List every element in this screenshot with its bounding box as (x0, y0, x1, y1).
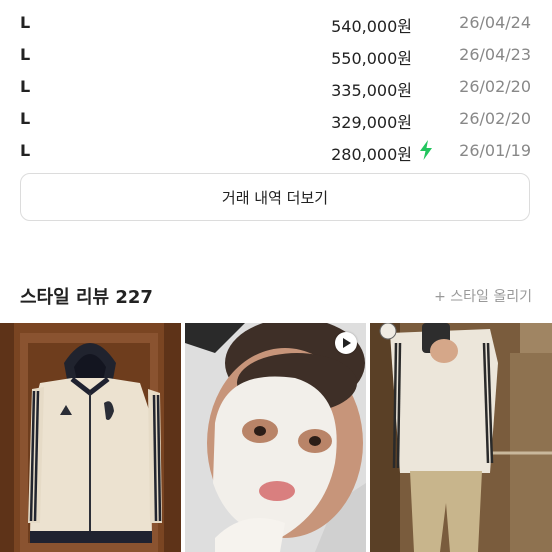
trade-row: L 335,000원 26/02/20 (0, 71, 552, 103)
trade-date: 26/02/20 (459, 77, 531, 96)
style-review-title: 스타일 리뷰 227 (20, 287, 153, 308)
trade-price: 335,000원 (331, 81, 412, 100)
track-jacket-photo (0, 323, 181, 552)
style-photo-selfie[interactable] (370, 323, 552, 552)
trade-date: 26/01/19 (459, 141, 531, 160)
face-mask-video (185, 323, 366, 552)
trade-date: 26/02/20 (459, 109, 531, 128)
style-photo-mask[interactable] (185, 323, 366, 552)
trade-row: L 540,000원 26/04/24 (0, 7, 552, 39)
trade-row: L 550,000원 26/04/23 (0, 39, 552, 71)
trade-price: 550,000원 (331, 49, 412, 68)
view-more-trades-button[interactable]: 거래 내역 더보기 (20, 173, 530, 221)
lightning-bolt-icon (420, 140, 432, 160)
mirror-selfie-photo (370, 323, 552, 552)
trade-row: L 329,000원 26/02/20 (0, 103, 552, 135)
trade-price: 329,000원 (331, 113, 412, 132)
trade-date: 26/04/24 (459, 13, 531, 32)
trade-row: L 280,000원 26/01/19 (0, 135, 552, 167)
trade-size: L (20, 109, 31, 128)
view-more-trades-label: 거래 내역 더보기 (221, 188, 329, 207)
trade-size: L (20, 45, 31, 64)
trade-size: L (20, 77, 31, 96)
play-icon (343, 338, 351, 348)
trade-size: L (20, 141, 31, 160)
trade-price: 280,000원 (331, 145, 412, 164)
video-play-badge (335, 332, 357, 354)
style-photo-jacket[interactable] (0, 323, 181, 552)
trade-price: 540,000원 (331, 17, 412, 36)
trade-size: L (20, 13, 31, 32)
upload-style-link[interactable]: + 스타일 올리기 (434, 286, 532, 306)
trade-date: 26/04/23 (459, 45, 531, 64)
